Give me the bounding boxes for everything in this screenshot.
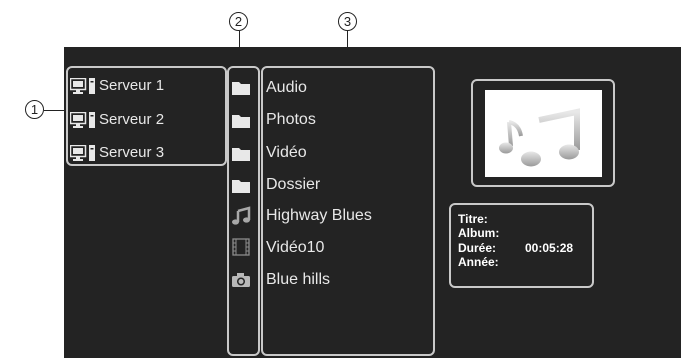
list-item-dossier[interactable]: Dossier xyxy=(266,175,320,195)
server-label: Serveur 3 xyxy=(99,144,165,161)
camera-icon xyxy=(232,273,250,287)
info-duration-label: Durée: xyxy=(458,241,497,255)
music-notes-icon xyxy=(499,108,580,167)
music-note-icon xyxy=(232,206,251,225)
server-icon xyxy=(70,145,95,161)
list-item-photos[interactable]: Photos xyxy=(266,110,316,130)
server-icon xyxy=(70,112,95,128)
callout-3: 3 xyxy=(338,12,357,31)
folder-icon xyxy=(232,148,250,161)
list-item-video10[interactable]: Vidéo10 xyxy=(266,238,324,258)
callout-1-leader xyxy=(44,110,66,111)
server-label: Serveur 1 xyxy=(99,77,165,94)
info-album-label: Album: xyxy=(458,226,500,240)
list-item-audio[interactable]: Audio xyxy=(266,78,307,98)
info-title-label: Titre: xyxy=(458,212,488,226)
server-label: Serveur 2 xyxy=(99,111,165,128)
list-item-blue-hills[interactable]: Blue hills xyxy=(266,270,330,290)
folder-icon xyxy=(232,115,250,128)
thumbnail-box xyxy=(485,90,602,177)
callout-2: 2 xyxy=(229,12,248,31)
folder-icon xyxy=(232,180,250,193)
callout-1: 1 xyxy=(25,100,44,119)
server-icon xyxy=(70,78,95,94)
info-duration-value: 00:05:28 xyxy=(525,241,574,255)
list-item-highway-blues[interactable]: Highway Blues xyxy=(266,206,372,226)
info-year-label: Année: xyxy=(458,255,499,269)
film-icon xyxy=(232,238,250,256)
list-item-video[interactable]: Vidéo xyxy=(266,143,307,163)
folder-icon xyxy=(232,82,250,95)
